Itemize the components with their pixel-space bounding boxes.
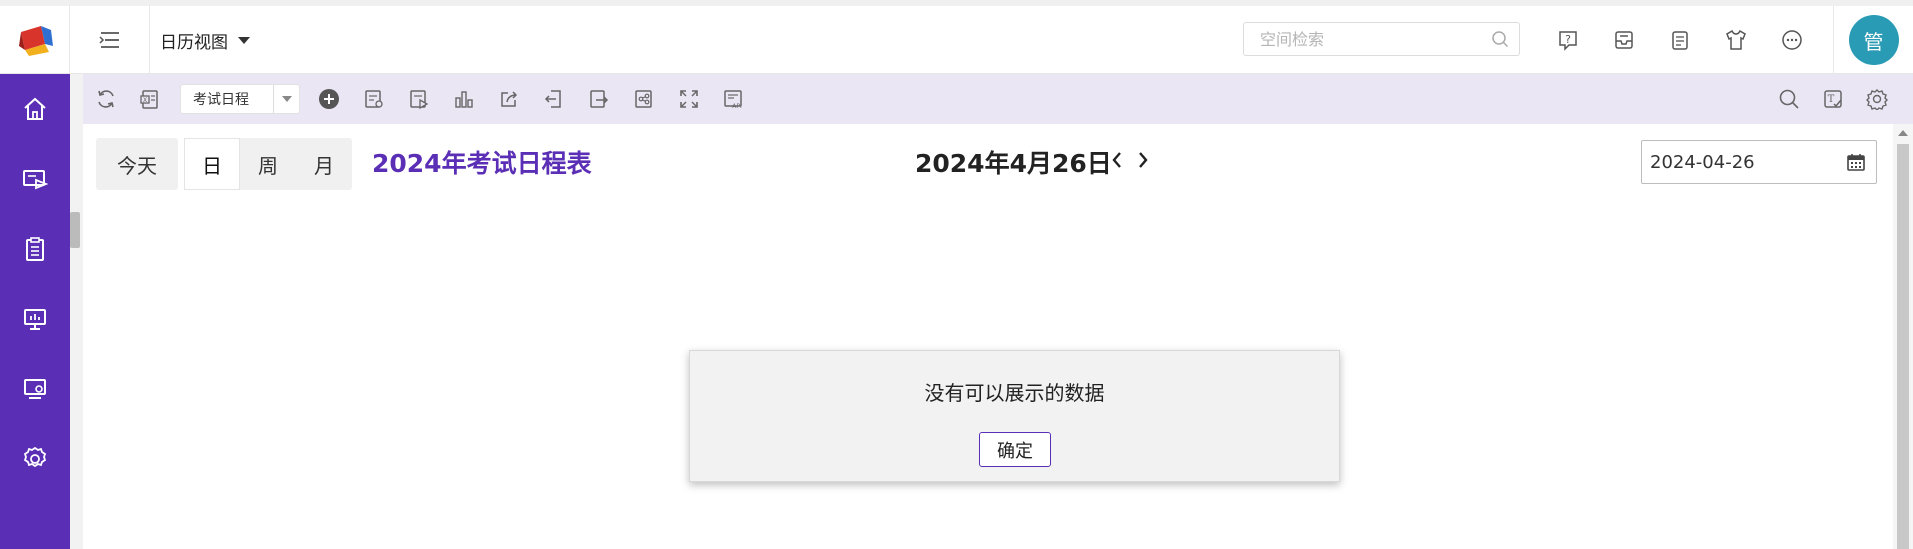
sidebar-resize-handle[interactable] xyxy=(70,212,80,248)
calendar-toolbar: X 考试日程 API T xyxy=(83,74,1913,124)
chevron-right-icon xyxy=(1139,152,1148,168)
export-icon xyxy=(590,90,609,108)
view-mode-switcher: 日 周 月 xyxy=(184,138,352,190)
menu-expand-icon xyxy=(98,32,119,48)
share-arrow-icon xyxy=(501,91,518,107)
home-icon xyxy=(24,97,46,120)
schedule-select[interactable]: 考试日程 xyxy=(180,84,300,114)
fullscreen-button[interactable] xyxy=(676,86,702,112)
today-button[interactable]: 今天 xyxy=(96,138,178,190)
share-nodes-icon xyxy=(635,90,652,108)
space-search[interactable] xyxy=(1243,22,1520,56)
sidebar-item-devices[interactable] xyxy=(0,354,70,424)
presentation-icon xyxy=(24,309,46,330)
share-button[interactable] xyxy=(496,86,522,112)
help-icon: ? xyxy=(1559,31,1577,51)
view-day-button[interactable]: 日 xyxy=(184,138,240,190)
vertical-scrollbar[interactable] xyxy=(1893,124,1913,549)
dialog-message: 没有可以展示的数据 xyxy=(924,381,1105,405)
text-edit-button[interactable]: T xyxy=(1820,86,1846,112)
text-edit-icon: T xyxy=(1824,90,1842,108)
date-input[interactable] xyxy=(1642,141,1832,183)
tshirt-icon xyxy=(1726,29,1746,50)
app-logo[interactable] xyxy=(0,6,70,74)
media-screen-icon xyxy=(23,170,49,190)
share-link-button[interactable] xyxy=(631,86,657,112)
logo-icon xyxy=(18,26,53,56)
user-avatar[interactable]: 管 xyxy=(1848,15,1899,65)
refresh-button[interactable] xyxy=(93,86,119,112)
settings-icon xyxy=(23,446,47,468)
no-data-dialog: 没有可以展示的数据 确定 xyxy=(689,350,1340,482)
svg-text:?: ? xyxy=(1565,33,1571,46)
play-form-button[interactable] xyxy=(406,86,432,112)
view-switch-label: 日历视图 xyxy=(160,32,228,53)
bar-chart-icon xyxy=(455,91,473,108)
scrollbar-thumb[interactable] xyxy=(1897,144,1909,549)
clipboard-icon xyxy=(26,237,44,261)
user-area: 管 xyxy=(1833,6,1913,74)
dialog-ok-button[interactable]: 确定 xyxy=(979,432,1051,467)
header-icon-group: ? xyxy=(1540,6,1820,74)
sidebar xyxy=(0,74,70,549)
excel-icon: X xyxy=(140,90,158,109)
inbox-button[interactable] xyxy=(1596,6,1652,74)
calendar-icon[interactable] xyxy=(1846,152,1866,172)
view-week-button[interactable]: 周 xyxy=(240,138,296,190)
add-button[interactable] xyxy=(316,86,342,112)
help-button[interactable]: ? xyxy=(1540,6,1596,74)
import-icon xyxy=(544,90,561,108)
toolbar-settings-button[interactable] xyxy=(1864,86,1890,112)
menu-toggle-button[interactable] xyxy=(70,6,150,74)
view-switch-dropdown[interactable]: 日历视图 xyxy=(160,6,250,74)
prev-day-button[interactable] xyxy=(1107,148,1127,172)
sidebar-item-tasks[interactable] xyxy=(0,214,70,284)
theme-button[interactable] xyxy=(1708,6,1764,74)
next-day-button[interactable] xyxy=(1133,148,1153,172)
export-excel-button[interactable]: X xyxy=(137,86,163,112)
schedule-select-dropdown[interactable] xyxy=(273,85,299,113)
svg-text:T: T xyxy=(1828,94,1835,105)
notepad-icon xyxy=(1672,31,1688,50)
form-settings-button[interactable] xyxy=(361,86,387,112)
api-icon: API xyxy=(724,90,742,110)
current-date-label: 2024年4月26日 xyxy=(915,149,1112,178)
calendar-title: 2024年考试日程表 xyxy=(372,149,592,178)
sidebar-item-home[interactable] xyxy=(0,74,70,144)
view-month-button[interactable]: 月 xyxy=(296,138,352,190)
add-circle-icon xyxy=(319,89,339,109)
chevron-left-icon xyxy=(1112,152,1121,168)
notes-button[interactable] xyxy=(1652,6,1708,74)
more-dots-icon xyxy=(1782,30,1802,50)
date-picker[interactable] xyxy=(1641,140,1877,184)
form-settings-icon xyxy=(365,90,383,108)
gear-icon xyxy=(1866,89,1888,110)
inbox-icon xyxy=(1615,31,1633,49)
search-icon xyxy=(1779,89,1799,109)
caret-down-icon xyxy=(281,96,292,102)
top-header: 日历视图 ? xyxy=(0,0,1913,74)
schedule-select-value: 考试日程 xyxy=(193,92,249,108)
search-input[interactable] xyxy=(1244,23,1474,55)
more-button[interactable] xyxy=(1764,6,1820,74)
sidebar-splitter-track xyxy=(70,74,83,549)
export-button[interactable] xyxy=(586,86,612,112)
sidebar-item-media[interactable] xyxy=(0,144,70,214)
sidebar-item-reports[interactable] xyxy=(0,284,70,354)
api-button[interactable]: API xyxy=(721,86,747,112)
svg-text:X: X xyxy=(143,97,147,104)
toolbar-search-button[interactable] xyxy=(1776,86,1802,112)
monitor-settings-icon xyxy=(24,379,46,399)
calendar-content: 今天 日 周 月 2024年考试日程表 2024年4月26日 xyxy=(83,124,1893,549)
svg-text:API: API xyxy=(732,103,742,110)
scroll-up-arrow[interactable] xyxy=(1898,130,1908,136)
fullscreen-icon xyxy=(680,90,698,108)
search-icon[interactable] xyxy=(1491,30,1509,48)
form-play-icon xyxy=(410,90,429,110)
caret-down-icon xyxy=(238,36,250,44)
chart-button[interactable] xyxy=(451,86,477,112)
sidebar-item-settings[interactable] xyxy=(0,424,70,494)
refresh-icon xyxy=(98,90,114,108)
import-button[interactable] xyxy=(541,86,567,112)
